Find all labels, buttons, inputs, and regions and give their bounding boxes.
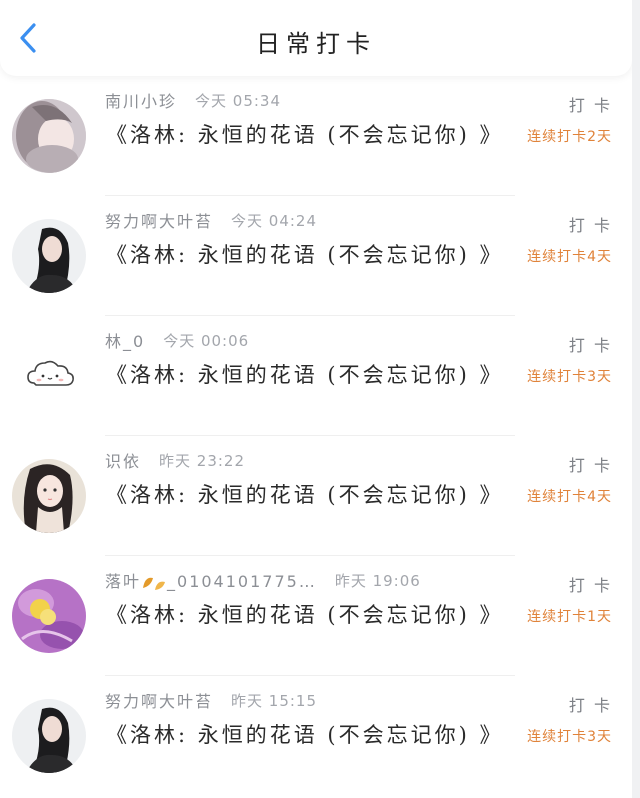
avatar[interactable] <box>12 219 86 293</box>
row-meta: 林_0 今天 00:06 <box>105 328 250 352</box>
avatar-girl-pink-icon <box>12 99 86 173</box>
user-name[interactable]: 南川小珍 <box>105 88 177 112</box>
avatar-anime-girl-icon <box>12 459 86 533</box>
avatar-cloud-icon <box>12 339 86 413</box>
avatar[interactable] <box>12 699 86 773</box>
user-name[interactable]: 识依 <box>105 448 141 472</box>
book-title: 《洛林: 永恒的花语 (不会忘记你) 》 <box>106 723 504 747</box>
user-name[interactable]: 努力啊大叶苔 <box>105 688 213 712</box>
row-meta: 识依 昨天 23:22 <box>105 448 246 472</box>
user-name[interactable]: 林_0 <box>105 328 145 352</box>
book-title: 《洛林: 永恒的花语 (不会忘记你) 》 <box>106 603 504 627</box>
user-name-text: 落叶 <box>105 572 142 591</box>
checkin-list: 南川小珍 今天 05:34 《洛林: 永恒的花语 (不会忘记你) 》 打 卡 连… <box>0 76 632 796</box>
page-title: 日常打卡 <box>256 30 376 58</box>
avatar[interactable] <box>12 339 86 413</box>
list-item[interactable]: 南川小珍 今天 05:34 《洛林: 永恒的花语 (不会忘记你) 》 打 卡 连… <box>0 76 632 196</box>
avatar[interactable] <box>12 99 86 173</box>
streak-badge: 连续打卡1天 <box>527 609 612 625</box>
checkin-time: 昨天 15:15 <box>231 691 318 710</box>
user-name[interactable]: 努力啊大叶苔 <box>105 208 213 232</box>
avatar[interactable] <box>12 579 86 653</box>
checkin-button[interactable]: 打 卡 <box>569 452 612 476</box>
row-meta: 落叶 _0104101775… 昨天 19:06 <box>105 568 421 592</box>
user-name[interactable]: 落叶 _0104101775… <box>105 568 317 592</box>
avatar[interactable] <box>12 459 86 533</box>
list-item[interactable]: 努力啊大叶苔 今天 04:24 《洛林: 永恒的花语 (不会忘记你) 》 打 卡… <box>0 196 632 316</box>
avatar-purple-flower-icon <box>12 579 86 653</box>
book-title: 《洛林: 永恒的花语 (不会忘记你) 》 <box>106 243 504 267</box>
book-title: 《洛林: 永恒的花语 (不会忘记你) 》 <box>106 123 504 147</box>
list-item[interactable]: 林_0 今天 00:06 《洛林: 永恒的花语 (不会忘记你) 》 打 卡 连续… <box>0 316 632 436</box>
streak-badge: 连续打卡4天 <box>527 249 612 265</box>
checkin-button[interactable]: 打 卡 <box>569 332 612 356</box>
avatar-girl-dark-hair-icon <box>12 219 86 293</box>
streak-badge: 连续打卡3天 <box>527 729 612 745</box>
page-edge <box>632 0 640 798</box>
checkin-time: 昨天 23:22 <box>159 451 246 470</box>
top-bar: 日常打卡 <box>0 0 632 76</box>
checkin-button[interactable]: 打 卡 <box>569 572 612 596</box>
row-meta: 努力啊大叶苔 昨天 15:15 <box>105 688 318 712</box>
row-meta: 南川小珍 今天 05:34 <box>105 88 282 112</box>
streak-badge: 连续打卡4天 <box>527 489 612 505</box>
checkin-time: 今天 04:24 <box>231 211 318 230</box>
row-meta: 努力啊大叶苔 今天 04:24 <box>105 208 318 232</box>
list-item[interactable]: 努力啊大叶苔 昨天 15:15 《洛林: 永恒的花语 (不会忘记你) 》 打 卡… <box>0 676 632 796</box>
list-item[interactable]: 识依 昨天 23:22 《洛林: 永恒的花语 (不会忘记你) 》 打 卡 连续打… <box>0 436 632 556</box>
user-name-suffix: _0104101775… <box>167 572 317 591</box>
avatar-girl-dark-hair-icon <box>12 699 86 773</box>
checkin-screen: 日常打卡 南川小珍 今天 05:34 《洛林: 永恒的花语 (不会忘记你) 》 … <box>0 0 632 798</box>
list-item[interactable]: 落叶 _0104101775… 昨天 19:06 《洛林: 永恒的花语 (不会忘记… <box>0 556 632 676</box>
autumn-leaves-icon <box>143 577 166 590</box>
checkin-time: 今天 00:06 <box>163 331 250 350</box>
checkin-button[interactable]: 打 卡 <box>569 212 612 236</box>
streak-badge: 连续打卡2天 <box>527 129 612 145</box>
book-title: 《洛林: 永恒的花语 (不会忘记你) 》 <box>106 363 504 387</box>
checkin-button[interactable]: 打 卡 <box>569 92 612 116</box>
checkin-button[interactable]: 打 卡 <box>569 692 612 716</box>
streak-badge: 连续打卡3天 <box>527 369 612 385</box>
checkin-time: 今天 05:34 <box>195 91 282 110</box>
book-title: 《洛林: 永恒的花语 (不会忘记你) 》 <box>106 483 504 507</box>
checkin-time: 昨天 19:06 <box>334 571 421 590</box>
